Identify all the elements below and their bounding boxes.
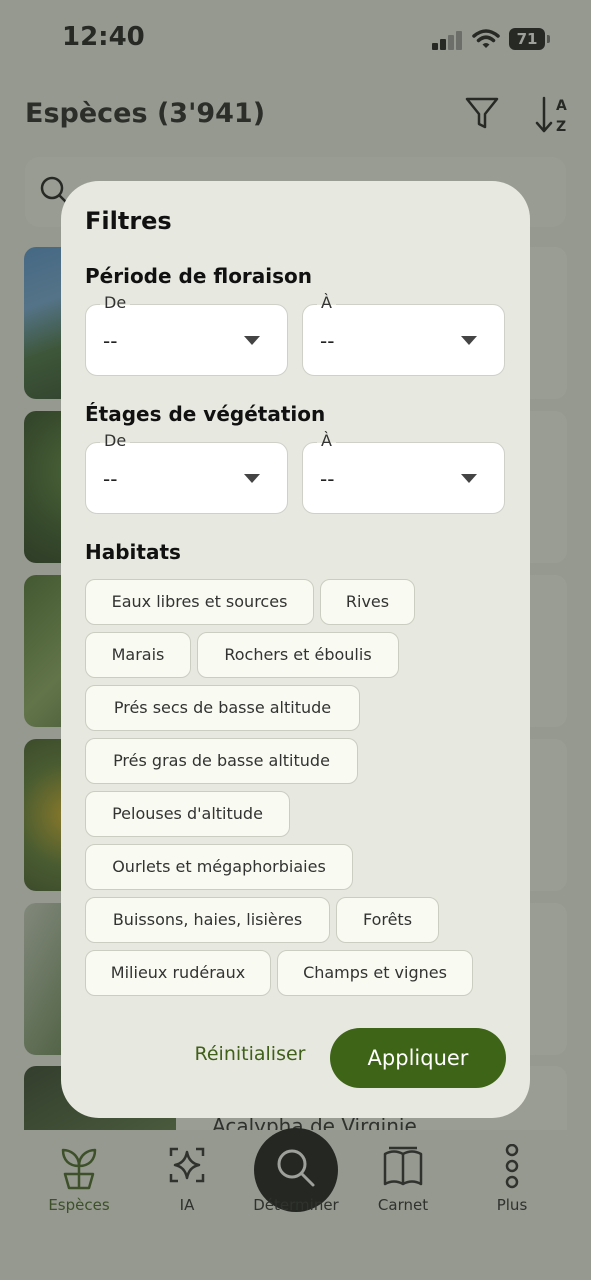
select-value: -- [320, 329, 335, 353]
select-label: De [100, 293, 131, 312]
habitat-chip[interactable]: Forêts [336, 897, 439, 943]
apply-button[interactable]: Appliquer [330, 1028, 506, 1088]
habitat-chip[interactable]: Champs et vignes [277, 950, 473, 996]
habitat-chip[interactable]: Prés gras de basse altitude [85, 738, 358, 784]
dropdown-arrow-icon [461, 474, 477, 483]
select-value: -- [320, 467, 335, 491]
habitat-chip[interactable]: Pelouses d'altitude [85, 791, 290, 837]
floraison-to-select[interactable]: À -- [302, 293, 505, 376]
habitat-chip[interactable]: Rives [320, 579, 415, 625]
select-value: -- [103, 467, 118, 491]
dropdown-arrow-icon [244, 474, 260, 483]
floraison-from-select[interactable]: De -- [85, 293, 288, 376]
section-title-habitats: Habitats [85, 540, 181, 564]
dropdown-arrow-icon [461, 336, 477, 345]
select-label: À [317, 293, 336, 312]
modal-title: Filtres [85, 207, 172, 235]
filter-modal: Filtres Période de floraison De -- À -- … [61, 181, 530, 1118]
select-value: -- [103, 329, 118, 353]
habitat-chip[interactable]: Marais [85, 632, 191, 678]
dropdown-arrow-icon [244, 336, 260, 345]
select-label: De [100, 431, 131, 450]
select-label: À [317, 431, 336, 450]
section-title-vegetation: Étages de végétation [85, 402, 326, 426]
section-title-floraison: Période de floraison [85, 264, 313, 288]
habitat-chip[interactable]: Rochers et éboulis [197, 632, 399, 678]
habitat-chip[interactable]: Eaux libres et sources [85, 579, 314, 625]
habitat-chip[interactable]: Milieux rudéraux [85, 950, 271, 996]
vegetation-to-select[interactable]: À -- [302, 431, 505, 514]
habitat-chip[interactable]: Prés secs de basse altitude [85, 685, 360, 731]
vegetation-from-select[interactable]: De -- [85, 431, 288, 514]
reset-button[interactable]: Réinitialiser [189, 1043, 311, 1065]
habitat-chip[interactable]: Buissons, haies, lisières [85, 897, 330, 943]
habitat-chip[interactable]: Ourlets et mégaphorbiaies [85, 844, 353, 890]
